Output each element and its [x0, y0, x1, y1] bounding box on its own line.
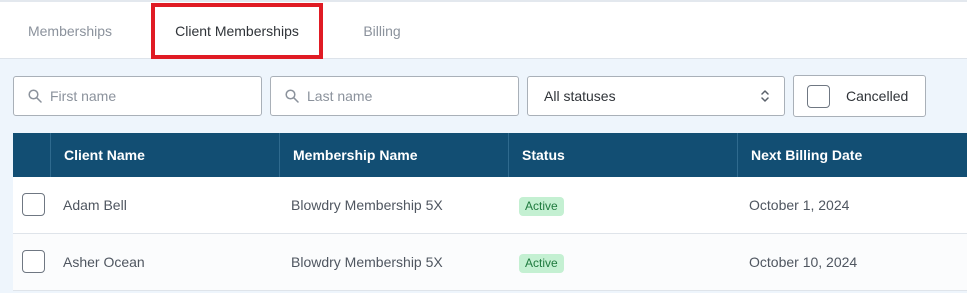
membership-name-cell: Blowdry Membership 5X [291, 254, 443, 270]
first-name-field[interactable] [13, 76, 262, 116]
cancelled-toggle-button[interactable]: Cancelled [793, 75, 926, 117]
status-badge: Active [519, 196, 564, 216]
cancelled-label: Cancelled [846, 88, 909, 104]
tab-memberships[interactable]: Memberships [0, 2, 140, 59]
status-select-value: All statuses [544, 88, 616, 104]
search-icon [28, 89, 42, 103]
status-select[interactable]: All statuses [527, 76, 785, 116]
header-next-billing-date[interactable]: Next Billing Date [737, 133, 967, 177]
status-badge: Active [519, 253, 564, 273]
table-row[interactable]: Adam Bell Blowdry Membership 5X Active O… [13, 177, 967, 234]
chevron-up-down-icon [761, 90, 769, 102]
status-cell: Active [519, 177, 564, 233]
row-checkbox[interactable] [22, 193, 45, 216]
row-checkbox[interactable] [22, 250, 45, 273]
tab-client-memberships[interactable]: Client Memberships [152, 2, 322, 59]
header-membership-name[interactable]: Membership Name [279, 133, 508, 177]
header-select-column [13, 133, 50, 177]
tab-bar: Memberships Client Memberships Billing [0, 0, 967, 59]
client-name-cell: Adam Bell [63, 197, 127, 213]
header-client-name[interactable]: Client Name [50, 133, 279, 177]
status-cell: Active [519, 234, 564, 290]
client-name-cell: Asher Ocean [63, 254, 145, 270]
first-name-input[interactable] [50, 77, 250, 115]
header-status[interactable]: Status [508, 133, 737, 177]
last-name-input[interactable] [307, 77, 507, 115]
membership-name-cell: Blowdry Membership 5X [291, 197, 443, 213]
next-billing-date-cell: October 10, 2024 [749, 254, 858, 270]
table-header: Client Name Membership Name Status Next … [13, 133, 967, 177]
tab-billing[interactable]: Billing [330, 2, 434, 59]
table-row[interactable]: Asher Ocean Blowdry Membership 5X Active… [13, 234, 967, 291]
next-billing-date-cell: October 1, 2024 [749, 197, 850, 213]
search-icon [285, 89, 299, 103]
cancelled-checkbox[interactable] [807, 85, 830, 108]
last-name-field[interactable] [270, 76, 519, 116]
